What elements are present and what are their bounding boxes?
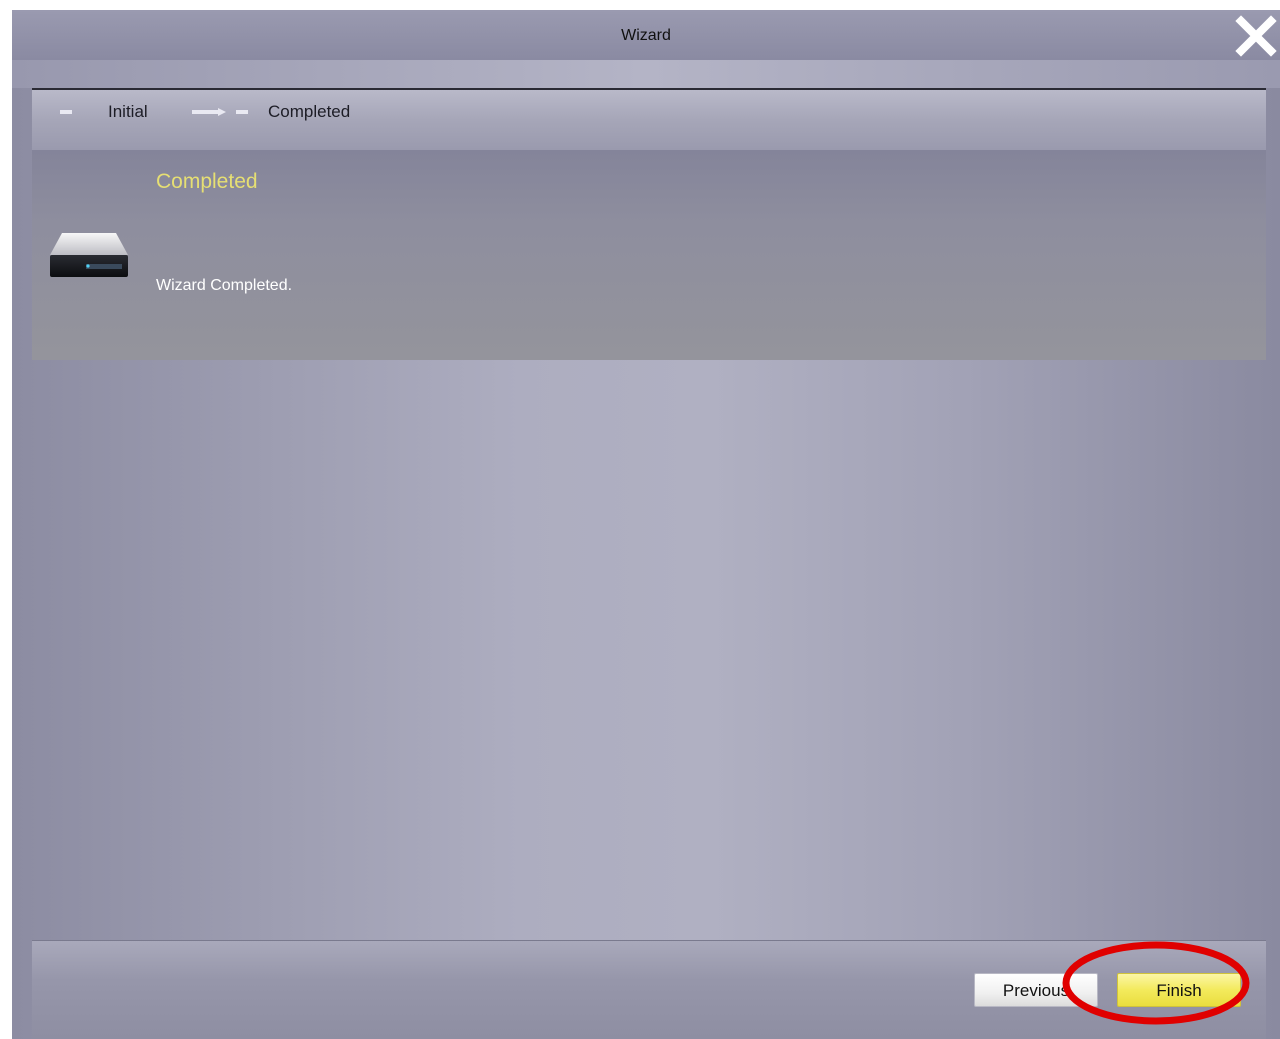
step-label-completed: Completed (268, 102, 351, 121)
hard-drive-icon (50, 233, 128, 277)
wizard-window: Wizard Initial Completed Completed Wizar… (12, 10, 1280, 1039)
section-title: Completed (156, 170, 258, 193)
close-button[interactable] (1234, 14, 1278, 58)
footer-bar: Previous Finish (32, 940, 1266, 1039)
completion-message: Wizard Completed. (156, 277, 293, 294)
step-marker-1 (60, 110, 72, 114)
header-strip (12, 60, 1280, 88)
previous-button[interactable]: Previous (974, 973, 1098, 1007)
arrow-right-icon (192, 108, 226, 116)
finish-button[interactable]: Finish (1117, 973, 1241, 1007)
step-marker-2 (236, 110, 248, 114)
title-bar: Wizard (12, 10, 1280, 60)
content-panel: Completed Wizard Completed. (32, 150, 1266, 360)
close-icon (1235, 15, 1277, 57)
wizard-steps: Initial Completed (32, 88, 1266, 152)
step-label-initial: Initial (108, 102, 148, 121)
window-title: Wizard (621, 27, 671, 44)
